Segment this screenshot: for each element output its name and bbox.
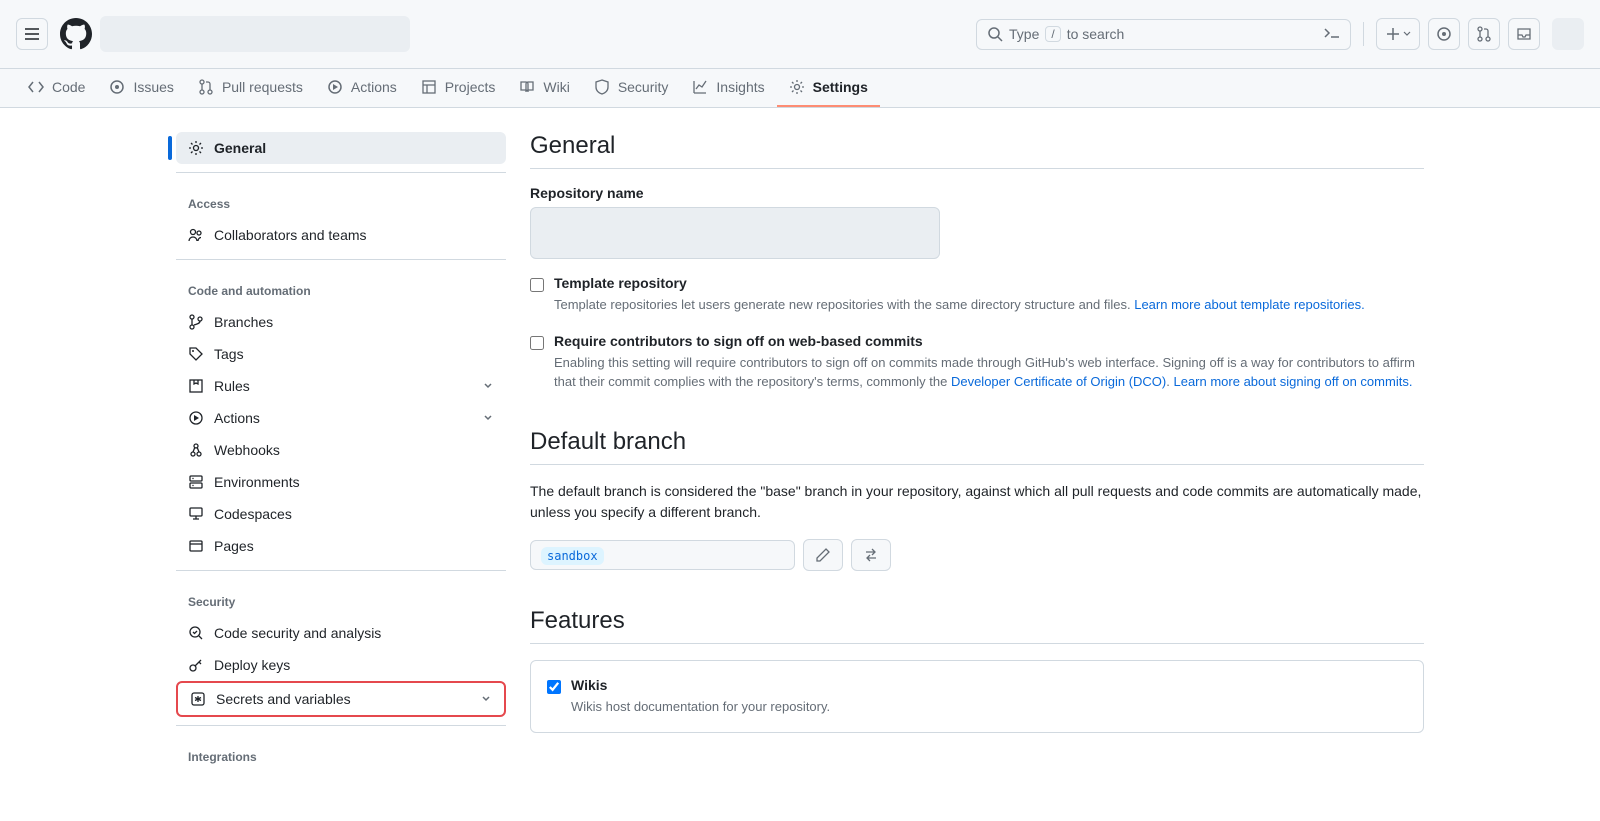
tab-actions[interactable]: Actions: [315, 69, 409, 107]
signoff-desc: Enabling this setting will require contr…: [554, 353, 1424, 392]
sidebar-tags[interactable]: Tags: [176, 338, 506, 370]
people-icon: [188, 227, 204, 243]
divider: [1363, 22, 1364, 46]
chevron-down-icon: [482, 380, 494, 392]
command-palette-icon[interactable]: [1324, 25, 1340, 44]
signoff-title: Require contributors to sign off on web-…: [554, 333, 1424, 349]
avatar[interactable]: [1552, 18, 1584, 50]
general-heading: General: [530, 132, 1424, 169]
branch-icon: [188, 314, 204, 330]
sidebar-rules[interactable]: Rules: [176, 370, 506, 402]
create-new-button[interactable]: [1376, 18, 1420, 50]
breadcrumb-placeholder: [100, 16, 410, 52]
sidebar-code-security[interactable]: Code security and analysis: [176, 617, 506, 649]
default-branch-desc: The default branch is considered the "ba…: [530, 481, 1424, 523]
sidebar-actions[interactable]: Actions: [176, 402, 506, 434]
asterisk-icon: [190, 691, 206, 707]
sidebar-security-heading: Security: [176, 579, 506, 617]
inbox-button[interactable]: [1508, 18, 1540, 50]
codespaces-icon: [188, 506, 204, 522]
tab-settings[interactable]: Settings: [777, 69, 880, 107]
tab-issues[interactable]: Issues: [97, 69, 185, 107]
wikis-checkbox[interactable]: [547, 680, 561, 694]
sidebar-code-heading: Code and automation: [176, 268, 506, 306]
template-title: Template repository: [554, 275, 1424, 291]
repo-name-input[interactable]: [530, 207, 940, 259]
template-checkbox[interactable]: [530, 278, 544, 292]
search-input[interactable]: Type / to search: [976, 19, 1351, 50]
pull-requests-button[interactable]: [1468, 18, 1500, 50]
tab-code[interactable]: Code: [16, 69, 97, 107]
sidebar-general[interactable]: General: [176, 132, 506, 164]
webhook-icon: [188, 442, 204, 458]
wikis-title: Wikis: [571, 677, 1407, 693]
rename-branch-button[interactable]: [803, 539, 843, 571]
tab-wiki[interactable]: Wiki: [507, 69, 581, 107]
gear-icon: [188, 140, 204, 156]
browser-icon: [188, 538, 204, 554]
sidebar-deploy-keys[interactable]: Deploy keys: [176, 649, 506, 681]
sidebar-access-heading: Access: [176, 181, 506, 219]
codescan-icon: [188, 625, 204, 641]
sidebar-codespaces[interactable]: Codespaces: [176, 498, 506, 530]
sidebar-integrations-heading: Integrations: [176, 734, 506, 772]
sidebar-environments[interactable]: Environments: [176, 466, 506, 498]
default-branch-name: sandbox: [530, 540, 795, 570]
github-logo[interactable]: [60, 18, 92, 50]
dco-link[interactable]: Developer Certificate of Origin (DCO): [951, 374, 1166, 389]
server-icon: [188, 474, 204, 490]
rules-icon: [188, 378, 204, 394]
wikis-desc: Wikis host documentation for your reposi…: [571, 697, 1407, 717]
default-branch-heading: Default branch: [530, 428, 1424, 465]
settings-sidebar: General Access Collaborators and teams C…: [176, 132, 506, 772]
tab-projects[interactable]: Projects: [409, 69, 508, 107]
play-icon: [188, 410, 204, 426]
chevron-down-icon: [480, 693, 492, 705]
template-desc: Template repositories let users generate…: [554, 295, 1424, 315]
tag-icon: [188, 346, 204, 362]
sidebar-collaborators[interactable]: Collaborators and teams: [176, 219, 506, 251]
switch-branch-button[interactable]: [851, 539, 891, 571]
search-kbd: /: [1045, 26, 1060, 42]
tab-insights[interactable]: Insights: [680, 69, 776, 107]
sidebar-secrets[interactable]: Secrets and variables: [178, 683, 504, 715]
pencil-icon: [815, 547, 831, 563]
signoff-learn-link[interactable]: Learn more about signing off on commits.: [1173, 374, 1412, 389]
signoff-checkbox[interactable]: [530, 336, 544, 350]
search-placeholder-before: Type: [1009, 26, 1039, 42]
search-placeholder-after: to search: [1067, 26, 1318, 42]
key-icon: [188, 657, 204, 673]
issues-button[interactable]: [1428, 18, 1460, 50]
repo-name-label: Repository name: [530, 185, 1424, 201]
tab-security[interactable]: Security: [582, 69, 681, 107]
sidebar-webhooks[interactable]: Webhooks: [176, 434, 506, 466]
hamburger-menu[interactable]: [16, 18, 48, 50]
chevron-down-icon: [482, 412, 494, 424]
tab-pulls[interactable]: Pull requests: [186, 69, 315, 107]
template-learn-link[interactable]: Learn more about template repositories.: [1134, 297, 1365, 312]
features-heading: Features: [530, 607, 1424, 644]
switch-icon: [863, 547, 879, 563]
sidebar-pages[interactable]: Pages: [176, 530, 506, 562]
repo-nav: Code Issues Pull requests Actions Projec…: [0, 69, 1600, 108]
sidebar-branches[interactable]: Branches: [176, 306, 506, 338]
